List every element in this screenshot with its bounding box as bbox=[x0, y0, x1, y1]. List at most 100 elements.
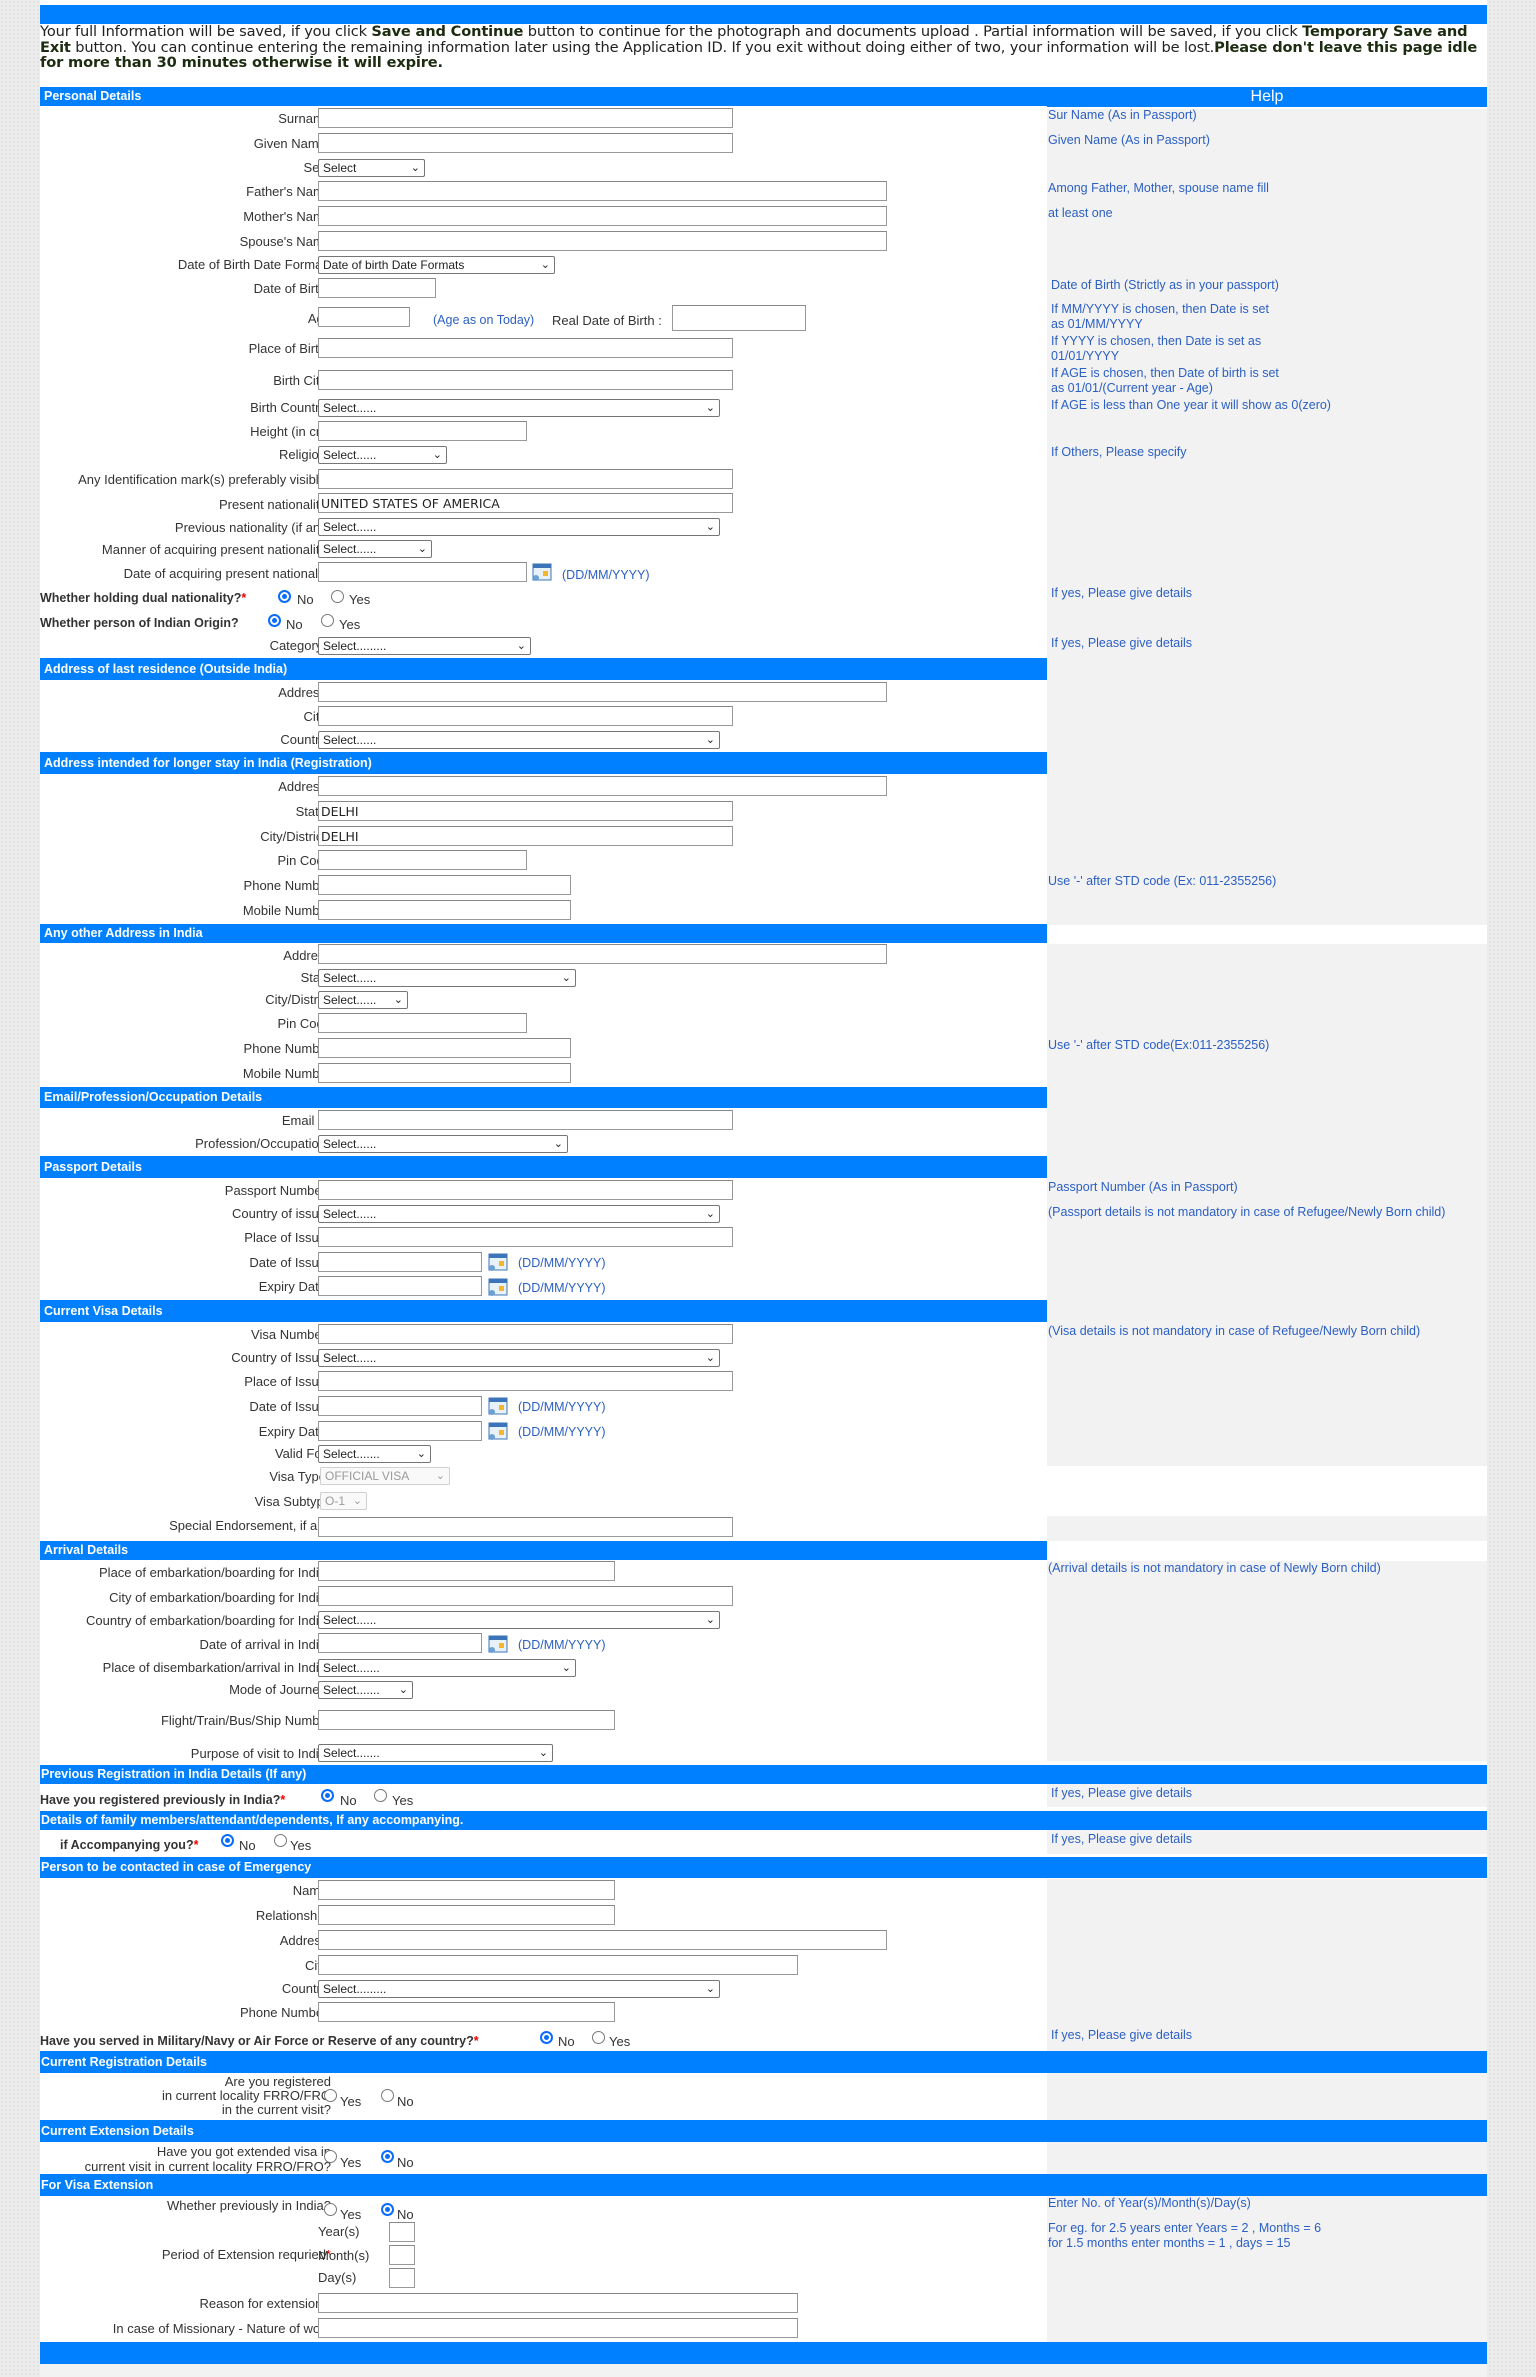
arrival-date-input[interactable] bbox=[318, 1633, 482, 1653]
days-input[interactable] bbox=[389, 2268, 415, 2288]
indian-origin-no-radio[interactable] bbox=[268, 614, 281, 627]
indian-origin-yes-radio[interactable] bbox=[321, 614, 334, 627]
passport-country-select[interactable]: Select...... ⌄ bbox=[318, 1205, 720, 1223]
visa-expiry-input[interactable] bbox=[318, 1421, 482, 1441]
prev-reg-no-radio[interactable] bbox=[321, 1789, 334, 1802]
help-arrival-note: (Arrival details is not mandatory in cas… bbox=[1048, 1561, 1381, 1575]
embark-city-input[interactable] bbox=[318, 1586, 733, 1606]
military-yes-radio[interactable] bbox=[592, 2031, 605, 2044]
current-reg-no-radio[interactable] bbox=[381, 2089, 394, 2102]
email-input[interactable] bbox=[318, 1110, 733, 1130]
spouse-name-input[interactable] bbox=[318, 231, 887, 251]
other-phone-input[interactable] bbox=[318, 1038, 571, 1058]
section-visa: Current Visa Details bbox=[40, 1300, 1047, 1322]
passport-place-input[interactable] bbox=[318, 1227, 733, 1247]
calendar-icon[interactable] bbox=[488, 1277, 508, 1297]
visa-place-input[interactable] bbox=[318, 1371, 733, 1391]
valid-for-select[interactable]: Select....... ⌄ bbox=[318, 1445, 431, 1463]
passport-expiry-input[interactable] bbox=[318, 1276, 482, 1296]
reason-input[interactable] bbox=[318, 2293, 798, 2313]
intro-save-continue: Save and Continue bbox=[371, 23, 524, 40]
missionary-input[interactable] bbox=[318, 2318, 798, 2338]
previous-nationality-select[interactable]: Select...... ⌄ bbox=[318, 518, 720, 536]
calendar-icon[interactable] bbox=[488, 1252, 508, 1272]
previously-yes-radio[interactable] bbox=[324, 2203, 337, 2216]
current-reg-yes-radio[interactable] bbox=[324, 2089, 337, 2102]
other-pin-input[interactable] bbox=[318, 1013, 527, 1033]
help-surname: Sur Name (As in Passport) bbox=[1048, 108, 1197, 122]
dual-nationality-yes-label: Yes bbox=[349, 592, 371, 607]
father-name-input[interactable] bbox=[318, 181, 887, 201]
embark-country-select[interactable]: Select...... ⌄ bbox=[318, 1611, 720, 1629]
emergency-relationship-input[interactable] bbox=[318, 1905, 615, 1925]
emergency-name-input[interactable] bbox=[318, 1880, 615, 1900]
flight-number-input[interactable] bbox=[318, 1710, 615, 1730]
chevron-down-icon: ⌄ bbox=[435, 1470, 445, 1482]
emergency-address-input[interactable] bbox=[318, 1930, 887, 1950]
sex-select[interactable]: Select ⌄ bbox=[318, 159, 425, 177]
months-input[interactable] bbox=[389, 2245, 415, 2265]
real-dob-input[interactable] bbox=[672, 305, 806, 331]
stay-address-input[interactable] bbox=[318, 776, 887, 796]
journey-mode-select[interactable]: Select....... ⌄ bbox=[318, 1681, 413, 1699]
previous-nationality-label: Previous nationality (if any) bbox=[174, 520, 331, 535]
manner-nationality-select[interactable]: Select...... ⌄ bbox=[318, 540, 432, 558]
previously-no-radio[interactable] bbox=[381, 2203, 394, 2216]
date-nationality-input[interactable] bbox=[318, 562, 527, 582]
surname-input[interactable] bbox=[318, 108, 733, 128]
dual-nationality-yes-radio[interactable] bbox=[331, 590, 344, 603]
endorsement-input[interactable] bbox=[318, 1517, 733, 1537]
calendar-icon[interactable] bbox=[488, 1396, 508, 1416]
mother-name-input[interactable] bbox=[318, 206, 887, 226]
last-address-input[interactable] bbox=[318, 682, 887, 702]
height-input[interactable] bbox=[318, 421, 527, 441]
present-nationality-input[interactable]: UNITED STATES OF AMERICA bbox=[318, 493, 733, 513]
stay-city-input[interactable]: DELHI bbox=[318, 826, 733, 846]
other-address-input[interactable] bbox=[318, 944, 887, 964]
profession-select[interactable]: Select...... ⌄ bbox=[318, 1135, 568, 1153]
other-city-select[interactable]: Select...... ⌄ bbox=[318, 991, 408, 1009]
calendar-icon[interactable] bbox=[488, 1634, 508, 1654]
visa-country-select[interactable]: Select...... ⌄ bbox=[318, 1349, 720, 1367]
dual-nationality-no-radio[interactable] bbox=[278, 590, 291, 603]
place-of-birth-input[interactable] bbox=[318, 338, 733, 358]
calendar-icon[interactable] bbox=[488, 1421, 508, 1441]
visa-issue-date-input[interactable] bbox=[318, 1396, 482, 1416]
religion-select[interactable]: Select...... ⌄ bbox=[318, 446, 447, 464]
visa-number-input[interactable] bbox=[318, 1324, 733, 1344]
real-dob-label: Real Date of Birth : bbox=[552, 313, 662, 328]
military-no-radio[interactable] bbox=[540, 2031, 553, 2044]
passport-issue-date-input[interactable] bbox=[318, 1252, 482, 1272]
id-mark-input[interactable] bbox=[318, 469, 733, 489]
age-input[interactable] bbox=[318, 307, 410, 327]
last-country-select[interactable]: Select...... ⌄ bbox=[318, 731, 720, 749]
emergency-city-input[interactable] bbox=[318, 1955, 798, 1975]
disembark-select[interactable]: Select....... ⌄ bbox=[318, 1659, 576, 1677]
birth-city-input[interactable] bbox=[318, 370, 733, 390]
emergency-country-select[interactable]: Select......... ⌄ bbox=[318, 1980, 720, 1998]
prev-reg-yes-radio[interactable] bbox=[374, 1789, 387, 1802]
current-ext-yes-radio[interactable] bbox=[324, 2150, 337, 2163]
emergency-phone-input[interactable] bbox=[318, 2002, 615, 2022]
accompanying-yes-radio[interactable] bbox=[274, 1834, 287, 1847]
stay-mobile-input[interactable] bbox=[318, 900, 571, 920]
stay-pin-input[interactable] bbox=[318, 850, 527, 870]
dob-input[interactable] bbox=[318, 278, 436, 298]
other-state-select[interactable]: Select...... ⌄ bbox=[318, 969, 576, 987]
birth-country-select[interactable]: Select...... ⌄ bbox=[318, 399, 720, 417]
accompanying-no-radio[interactable] bbox=[221, 1834, 234, 1847]
embark-place-input[interactable] bbox=[318, 1561, 615, 1581]
stay-phone-input[interactable] bbox=[318, 875, 571, 895]
intro-text: button. You can continue entering the re… bbox=[70, 38, 1215, 56]
stay-state-input[interactable]: DELHI bbox=[318, 801, 733, 821]
current-ext-no-radio[interactable] bbox=[381, 2150, 394, 2163]
years-input[interactable] bbox=[389, 2222, 415, 2242]
calendar-icon[interactable] bbox=[532, 562, 552, 582]
purpose-select[interactable]: Select....... ⌄ bbox=[318, 1744, 553, 1762]
dob-format-select[interactable]: Date of birth Date Formats ⌄ bbox=[318, 256, 555, 274]
passport-number-input[interactable] bbox=[318, 1180, 733, 1200]
given-name-input[interactable] bbox=[318, 133, 733, 153]
last-city-input[interactable] bbox=[318, 706, 733, 726]
category-select[interactable]: Select......... ⌄ bbox=[318, 637, 531, 655]
other-mobile-input[interactable] bbox=[318, 1063, 571, 1083]
